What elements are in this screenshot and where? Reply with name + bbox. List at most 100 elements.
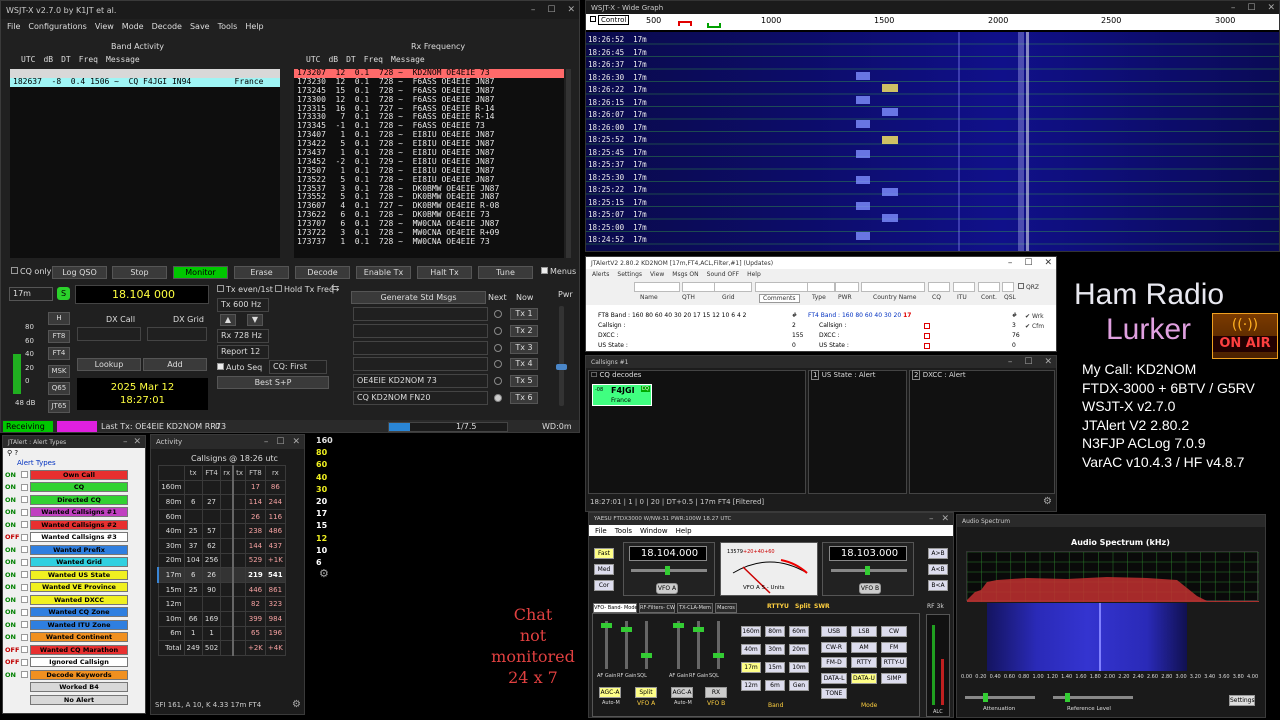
mode-button[interactable]: SIMP xyxy=(881,672,907,684)
mode-button[interactable]: DATA-L xyxy=(821,672,847,684)
alert-type-label[interactable]: Wanted Callsigns #3 xyxy=(30,532,128,542)
tx-next-radio[interactable] xyxy=(494,377,502,386)
cfm-checkbox[interactable]: ✔ Cfm xyxy=(1025,323,1044,330)
menu-item[interactable]: File xyxy=(595,527,607,535)
table-row[interactable]: 60m 26 116 xyxy=(157,508,286,525)
vfo-b-gain-knob[interactable] xyxy=(693,627,704,632)
band-button[interactable]: 6m xyxy=(765,680,785,691)
mode-button[interactable]: MSK xyxy=(48,364,70,378)
alert-checkbox[interactable] xyxy=(21,471,28,478)
tx-now-button[interactable]: Tx 5 xyxy=(510,375,538,388)
alert-type-row[interactable]: ON Directed CQ xyxy=(5,494,128,505)
tx-message-1[interactable] xyxy=(353,307,488,321)
control-checkbox[interactable]: Control xyxy=(590,15,630,25)
rx-frequency-list[interactable]: 173207 12 0.1 728 ~ KD2NOM OE4EIE 73 1732… xyxy=(294,69,564,258)
tune-button[interactable]: Tune xyxy=(478,266,533,279)
alert-checkbox[interactable] xyxy=(21,633,28,641)
lookup-button[interactable]: Lookup xyxy=(77,358,141,371)
mode-button[interactable]: FM-D xyxy=(821,657,847,668)
alert-type-label[interactable]: Own Call xyxy=(30,469,128,480)
menu-item[interactable]: Configurations xyxy=(28,22,86,31)
waterfall[interactable]: 18:26:52 17m 18:26:45 17m 18:26:37 17m 18:2… xyxy=(586,32,1279,251)
band-button[interactable]: 30m xyxy=(765,644,785,655)
dx-grid-input[interactable] xyxy=(147,327,207,341)
decode-button[interactable]: Decode xyxy=(295,266,350,279)
tx-next-radio[interactable] xyxy=(494,310,502,318)
band-button[interactable]: 12m xyxy=(741,680,761,691)
alert-type-row[interactable]: ON Wanted VE Province xyxy=(5,582,128,593)
alert-type-row[interactable]: ON Wanted Callsigns #2 xyxy=(5,519,128,530)
scrollbar[interactable] xyxy=(566,69,571,258)
list-item[interactable]: 182637 -8 0.4 1506 ~ CQ F4JGI IN94 Franc… xyxy=(10,77,280,87)
alert-type-row[interactable]: ON Wanted Prefix xyxy=(5,544,128,555)
alert-type-label[interactable]: Wanted Callsigns #1 xyxy=(30,507,128,517)
alert-type-row[interactable]: No Alert xyxy=(5,694,128,705)
alert-checkbox[interactable] xyxy=(21,671,28,678)
vfo-b-gain-track[interactable] xyxy=(677,621,680,669)
minimize-icon[interactable]: – xyxy=(264,437,269,447)
alert-type-row[interactable]: ON Wanted Callsigns #1 xyxy=(5,507,128,518)
table-row[interactable]: 17m 6 26 219 541 xyxy=(157,567,286,583)
alert-type-row[interactable]: OFF Ignored Callsign xyxy=(5,657,128,668)
band-button[interactable]: Gen xyxy=(789,680,809,691)
close-icon[interactable]: ✕ xyxy=(567,5,575,15)
gear-icon[interactable]: ⚙ xyxy=(1043,496,1052,507)
band-button[interactable]: 60m xyxy=(789,626,809,637)
alert-checkbox[interactable] xyxy=(21,608,28,616)
enable-tx-button[interactable]: Enable Tx xyxy=(356,266,411,279)
mode-button[interactable]: TONE xyxy=(821,688,847,699)
alert-type-row[interactable]: Worked B4 xyxy=(5,682,128,693)
alert-type-row[interactable]: ON Wanted US State xyxy=(5,569,128,580)
gear-icon[interactable]: ⚙ xyxy=(292,699,301,710)
vfo-swap-button[interactable]: B<A xyxy=(928,580,948,591)
tab-2[interactable]: TX-CLA-Mem xyxy=(677,603,713,613)
tx-now-button[interactable]: Tx 1 xyxy=(510,308,538,320)
band-button[interactable]: 40m xyxy=(741,644,761,655)
mode-button[interactable]: AM xyxy=(851,641,877,653)
mode-button[interactable]: CW-R xyxy=(821,641,847,653)
alert-type-label[interactable]: Wanted CQ Zone xyxy=(30,607,128,617)
tab-0[interactable]: VFO- Band- Mode xyxy=(593,603,638,613)
vfo-a-gain-knob[interactable] xyxy=(641,653,652,658)
vfo-a-gain-knob[interactable] xyxy=(621,627,632,632)
menu-item[interactable]: Settings xyxy=(617,271,642,278)
table-row[interactable]: 6m 1 1 65 196 xyxy=(157,625,286,642)
close-icon[interactable]: ✕ xyxy=(1044,258,1052,268)
band-button[interactable]: 20m xyxy=(789,644,809,655)
table-row[interactable]: 15m 25 90 446 861 xyxy=(157,581,286,598)
alert-type-label[interactable]: Ignored Callsign xyxy=(30,657,128,667)
table-row[interactable]: 160m 17 86 xyxy=(157,479,286,496)
table-row[interactable]: 80m 6 27 114 244 xyxy=(157,494,286,510)
wrk-checkbox[interactable]: ✔ Wrk xyxy=(1025,313,1044,320)
generate-std-msgs-button[interactable]: Generate Std Msgs xyxy=(351,291,486,304)
tx-message-6[interactable]: CQ KD2NOM FN20 xyxy=(353,391,488,405)
menu-item[interactable]: File xyxy=(7,22,20,31)
minimize-icon[interactable]: – xyxy=(1008,357,1013,367)
menu-item[interactable]: Window xyxy=(640,527,668,535)
pwr-slider[interactable] xyxy=(556,306,567,406)
ref-level-slider[interactable] xyxy=(1053,693,1133,702)
alert-type-label[interactable]: Wanted CQ Marathon xyxy=(30,644,128,655)
tx-next-radio[interactable] xyxy=(494,360,502,369)
tx-down-button[interactable]: ▼ xyxy=(247,314,263,326)
vfo-a-slider[interactable] xyxy=(631,566,707,575)
band-activity-list[interactable]: 182637 -8 0.4 1506 ~ CQ F4JGI IN94 Franc… xyxy=(10,69,280,258)
table-row[interactable]: 10m 66 169 399 984 xyxy=(157,610,286,627)
attenuation-slider[interactable] xyxy=(965,693,1035,702)
alert-type-label[interactable]: Wanted Callsigns #2 xyxy=(30,519,128,530)
tx-now-button[interactable]: Tx 2 xyxy=(510,324,538,337)
tuning-rate-button[interactable]: Fast xyxy=(594,548,614,559)
tx-frequency-spin[interactable]: Tx 600 Hz xyxy=(217,298,269,312)
tx-message-3[interactable] xyxy=(353,340,488,355)
arrow-icon[interactable]: ⇆ xyxy=(331,283,339,294)
alert-type-label[interactable]: Worked B4 xyxy=(30,682,128,692)
maximize-icon[interactable]: ☐ xyxy=(547,5,555,15)
alert-type-row[interactable]: ON Own Call xyxy=(5,469,128,480)
qrz-checkbox[interactable]: QRZ xyxy=(1018,283,1039,291)
alert-type-label[interactable]: No Alert xyxy=(30,694,128,705)
menu-item[interactable]: Save xyxy=(190,22,210,31)
menu-item[interactable]: Alerts xyxy=(592,271,609,278)
mode-button[interactable]: RTTY xyxy=(851,657,877,668)
vfo-swap-button[interactable]: A>B xyxy=(928,548,948,559)
table-row[interactable]: Total 249 502 +2K +4K xyxy=(157,640,286,656)
